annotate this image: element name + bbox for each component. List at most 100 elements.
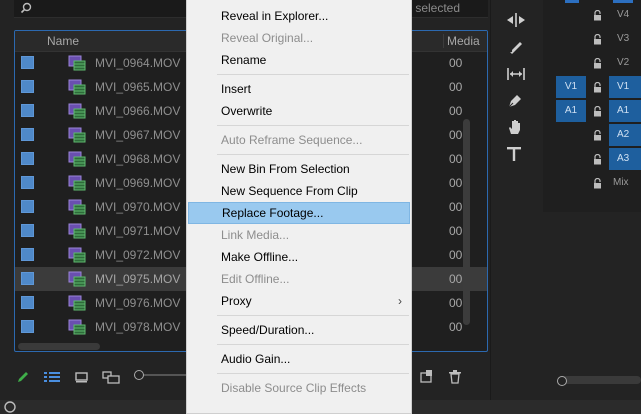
- new-bin-icon[interactable]: [420, 370, 433, 383]
- menu-item-insert[interactable]: Insert: [188, 78, 410, 100]
- creative-cloud-icon[interactable]: [3, 401, 17, 413]
- clip-name: MVI_0976.MOV: [95, 296, 181, 310]
- label-color-swatch[interactable]: [21, 248, 34, 261]
- source-patch-a1[interactable]: A1: [556, 100, 586, 122]
- track-lock-icon[interactable]: [593, 10, 602, 21]
- menu-item-new-sequence-from-clip[interactable]: New Sequence From Clip: [188, 180, 410, 202]
- track-lock-icon[interactable]: [593, 106, 602, 117]
- label-color-swatch[interactable]: [21, 272, 34, 285]
- menu-separator: [217, 344, 409, 345]
- type-icon[interactable]: [506, 146, 522, 162]
- label-color-swatch[interactable]: [21, 320, 34, 333]
- clip-name: MVI_0969.MOV: [95, 176, 181, 190]
- label-color-swatch[interactable]: [21, 176, 34, 189]
- label-color-swatch[interactable]: [21, 200, 34, 213]
- search-icon[interactable]: [20, 2, 32, 14]
- clip-name: MVI_0968.MOV: [95, 152, 181, 166]
- source-patch-v1[interactable]: V1: [556, 76, 586, 98]
- track-lock-icon[interactable]: [593, 178, 602, 189]
- menu-item-disable-source-clip-effects: Disable Source Clip Effects: [188, 377, 410, 399]
- menu-item-auto-reframe-sequence: Auto Reframe Sequence...: [188, 129, 410, 151]
- ripple-edit-icon[interactable]: [506, 12, 526, 28]
- clip-icon: [68, 271, 86, 287]
- pen-icon[interactable]: [506, 92, 524, 110]
- track-header-v1[interactable]: V1 V1: [543, 76, 641, 100]
- vertical-scrollbar[interactable]: [463, 119, 470, 325]
- clip-icon: [68, 223, 86, 239]
- media-start: 00: [449, 176, 463, 190]
- menu-item-label: Speed/Duration...: [221, 323, 315, 337]
- track-lock-icon[interactable]: [593, 154, 602, 165]
- menu-item-make-offline[interactable]: Make Offline...: [188, 246, 410, 268]
- menu-item-link-media: Link Media...: [188, 224, 410, 246]
- label-color-swatch[interactable]: [21, 128, 34, 141]
- track-header-a3[interactable]: A3: [543, 148, 641, 172]
- track-lock-icon[interactable]: [593, 130, 602, 141]
- menu-item-label: Auto Reframe Sequence...: [221, 133, 363, 147]
- clip-icon: [68, 55, 86, 71]
- trash-icon[interactable]: [449, 370, 461, 384]
- media-start: 00: [449, 152, 463, 166]
- track-target-a2[interactable]: A2: [609, 124, 641, 146]
- track-lock-icon[interactable]: [593, 34, 602, 45]
- menu-item-overwrite[interactable]: Overwrite: [188, 100, 410, 122]
- label-color-swatch[interactable]: [21, 152, 34, 165]
- timeline-zoom-handle[interactable]: [557, 376, 567, 386]
- track-header-v3[interactable]: V3: [543, 28, 641, 52]
- menu-item-new-bin-from-selection[interactable]: New Bin From Selection: [188, 158, 410, 180]
- icon-view-icon[interactable]: [75, 371, 88, 383]
- track-header-v2[interactable]: V2: [543, 52, 641, 76]
- clip-icon: [68, 103, 86, 119]
- track-lock-icon[interactable]: [593, 82, 602, 93]
- track-label-v3: V3: [617, 33, 630, 44]
- menu-item-label: Reveal Original...: [221, 31, 314, 45]
- label-color-swatch[interactable]: [21, 56, 34, 69]
- track-headers: V4 V3 V2 V1 V1 A1 A1 A2 A3 Mix: [543, 0, 641, 212]
- clip-name: MVI_0975.MOV: [95, 272, 181, 286]
- menu-item-reveal-in-explorer[interactable]: Reveal in Explorer...: [188, 5, 410, 27]
- track-header-mix[interactable]: Mix: [543, 172, 641, 196]
- clip-name: MVI_0965.MOV: [95, 80, 181, 94]
- menu-item-audio-gain[interactable]: Audio Gain...: [188, 348, 410, 370]
- track-header-a1[interactable]: A1 A1: [543, 100, 641, 124]
- horizontal-scrollbar[interactable]: [18, 343, 100, 350]
- clip-name: MVI_0978.MOV: [95, 320, 181, 334]
- track-target-v1[interactable]: V1: [609, 76, 641, 98]
- menu-item-edit-offline: Edit Offline...: [188, 268, 410, 290]
- track-target-a1[interactable]: A1: [609, 100, 641, 122]
- track-header-v4[interactable]: V4: [543, 4, 641, 28]
- track-label-v2: V2: [617, 57, 630, 68]
- zoom-slider-handle[interactable]: [134, 370, 144, 380]
- column-header-media[interactable]: Media: [443, 34, 480, 48]
- freeform-view-icon[interactable]: [102, 371, 120, 384]
- menu-item-speed-duration[interactable]: Speed/Duration...: [188, 319, 410, 341]
- menu-item-rename[interactable]: Rename: [188, 49, 410, 71]
- menu-item-replace-footage[interactable]: Replace Footage...: [188, 202, 410, 224]
- pencil-icon[interactable]: [16, 370, 30, 384]
- menu-separator: [217, 315, 409, 316]
- media-start: 00: [449, 104, 463, 118]
- submenu-arrow-icon: ›: [398, 294, 402, 308]
- label-color-swatch[interactable]: [21, 104, 34, 117]
- hand-icon[interactable]: [506, 118, 524, 136]
- timeline-horizontal-scrollbar[interactable]: [558, 376, 641, 384]
- menu-item-label: Disable Source Clip Effects: [221, 381, 367, 395]
- track-label-v4: V4: [617, 9, 630, 20]
- column-header-name[interactable]: Name: [47, 34, 79, 48]
- razor-icon[interactable]: [506, 38, 524, 56]
- label-color-swatch[interactable]: [21, 296, 34, 309]
- track-targeting-indicator: [613, 0, 633, 3]
- track-target-a3[interactable]: A3: [609, 148, 641, 170]
- track-header-a2[interactable]: A2: [543, 124, 641, 148]
- label-color-swatch[interactable]: [21, 80, 34, 93]
- track-lock-icon[interactable]: [593, 58, 602, 69]
- menu-item-proxy[interactable]: Proxy ›: [188, 290, 410, 312]
- menu-item-label: New Bin From Selection: [221, 162, 350, 176]
- media-start: 00: [449, 128, 463, 142]
- slip-icon[interactable]: [506, 66, 526, 82]
- menu-item-label: Rename: [221, 53, 267, 67]
- list-view-icon[interactable]: [44, 371, 60, 383]
- label-color-swatch[interactable]: [21, 224, 34, 237]
- track-targeting-indicator: [565, 0, 579, 3]
- menu-item-label: Overwrite: [221, 104, 273, 118]
